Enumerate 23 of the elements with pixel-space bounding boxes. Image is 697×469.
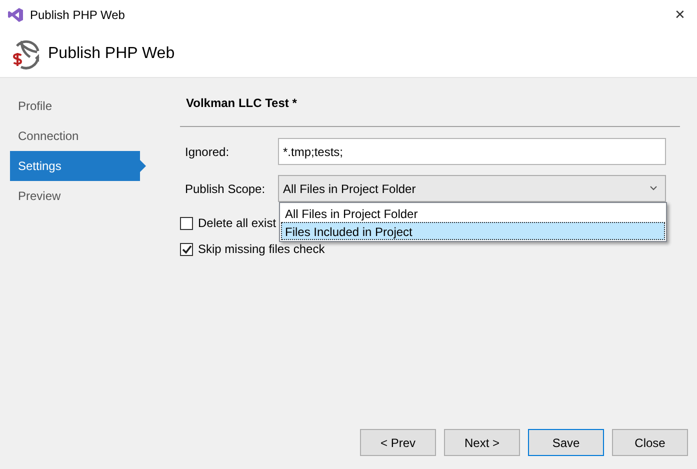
checkbox[interactable] — [180, 216, 193, 230]
dialog-button[interactable]: Close — [612, 429, 688, 456]
dialog-button[interactable]: Next > — [444, 429, 520, 456]
dropdown-option[interactable]: Files Included in Project — [281, 222, 665, 240]
dialog-button[interactable]: < Prev — [360, 429, 436, 456]
checkbox-label: Skip missing files check — [198, 241, 325, 258]
chevron-icon — [650, 186, 657, 191]
sidebar-item[interactable]: Preview — [10, 181, 140, 211]
checkbox[interactable] — [180, 242, 193, 256]
app-logo-icon — [8, 7, 24, 23]
ignored-field[interactable]: *.tmp;tests; — [278, 138, 666, 165]
header-title: Publish PHP Web — [48, 44, 175, 64]
window-title: Publish PHP Web — [30, 7, 125, 24]
profile-title: Volkman LLC Test * — [186, 95, 298, 112]
checkbox-label: Delete all exist — [198, 215, 276, 232]
close-button[interactable]: ✕ — [663, 5, 697, 25]
sidebar-item[interactable]: Settings — [10, 151, 146, 181]
dropdown-option[interactable]: All Files in Project Folder — [281, 204, 665, 222]
sidebar-item[interactable]: Connection — [10, 121, 140, 151]
field-label: Ignored: — [184, 144, 230, 160]
dialog-button[interactable]: Save — [528, 429, 604, 456]
sidebar-item[interactable]: Profile — [10, 91, 140, 121]
field-label: Publish Scope: — [184, 180, 266, 198]
